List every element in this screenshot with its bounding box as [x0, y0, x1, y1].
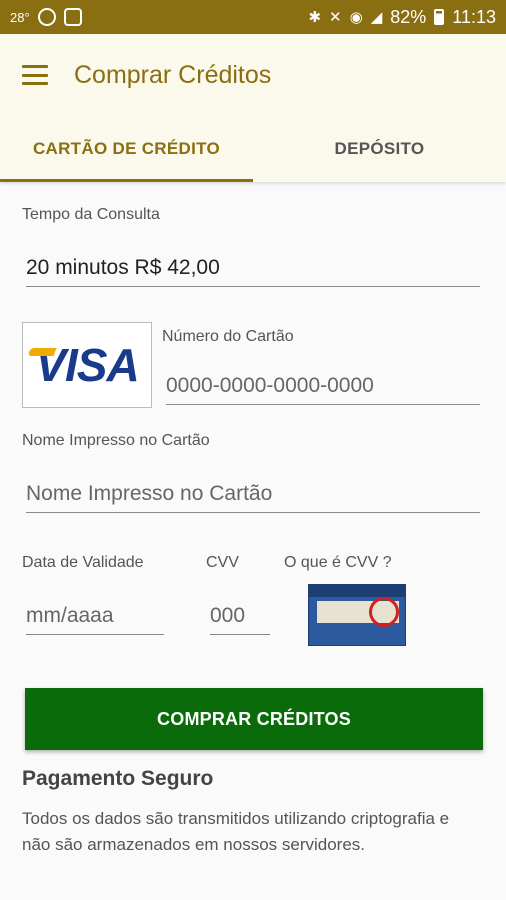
cvv-magnetic-stripe — [309, 585, 405, 597]
clock: 11:13 — [452, 6, 496, 27]
visa-brand-text: VISA — [27, 338, 140, 392]
tab-deposit[interactable]: DEPÓSITO — [253, 116, 506, 182]
buy-credits-button[interactable]: COMPRAR CRÉDITOS — [25, 688, 483, 750]
card-number-input[interactable]: 0000-0000-0000-0000 — [166, 374, 480, 405]
wifi-icon: ◉ — [349, 8, 363, 26]
cvv-label: CVV — [206, 554, 239, 571]
card-name-label: Nome Impresso no Cartão — [22, 432, 210, 449]
cvv-highlight-circle — [369, 597, 399, 627]
expiry-input[interactable]: mm/aaaa — [26, 604, 164, 635]
card-name-input[interactable]: Nome Impresso no Cartão — [26, 482, 480, 513]
temperature: 28° — [10, 9, 30, 25]
image-notification-icon — [63, 8, 82, 26]
battery-percent: 82% — [390, 6, 427, 27]
hamburger-menu-icon[interactable] — [22, 65, 48, 85]
bluetooth-icon: ✱ — [308, 8, 322, 26]
page-title: Comprar Créditos — [74, 60, 272, 89]
app-bar: Comprar Créditos — [0, 34, 506, 116]
secure-payment-title: Pagamento Seguro — [22, 767, 214, 790]
expiry-label: Data de Validade — [22, 554, 144, 571]
status-bar: 28° ✱ ✕ ◉ ◢ 82% 11:13 — [0, 0, 506, 34]
tab-bar: CARTÃO DE CRÉDITO DEPÓSITO — [0, 116, 506, 182]
mute-icon: ✕ — [329, 8, 342, 26]
visa-logo: VISA — [22, 322, 152, 408]
payment-form: Tempo da Consulta 20 minutos R$ 42,00 VI… — [0, 182, 506, 900]
battery-icon — [434, 9, 445, 25]
cvv-card-back-image[interactable] — [308, 584, 406, 646]
cvv-help-label[interactable]: O que é CVV ? — [284, 554, 392, 572]
status-bar-right: ✱ ✕ ◉ ◢ 82% 11:13 — [308, 7, 496, 28]
consultation-time-select[interactable]: 20 minutos R$ 42,00 — [26, 256, 480, 287]
card-number-label: Número do Cartão — [162, 328, 294, 345]
tab-credit-card[interactable]: CARTÃO DE CRÉDITO — [0, 116, 253, 182]
cvv-input[interactable]: 000 — [210, 604, 270, 635]
secure-payment-text: Todos os dados são transmitidos utilizan… — [22, 809, 450, 854]
signal-icon: ◢ — [370, 8, 383, 26]
consultation-time-label: Tempo da Consulta — [22, 206, 160, 223]
status-bar-left: 28° — [10, 8, 82, 26]
globe-icon — [37, 8, 56, 26]
